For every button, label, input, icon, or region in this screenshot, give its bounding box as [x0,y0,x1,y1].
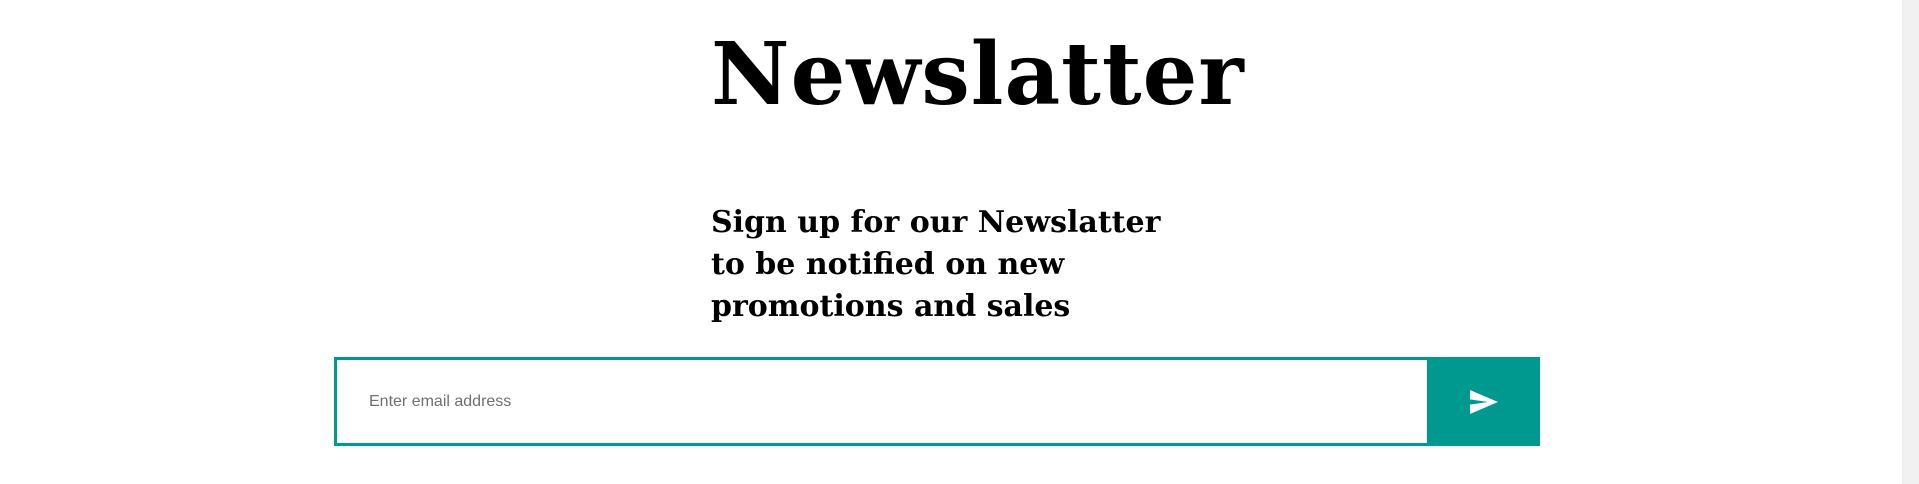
newsletter-title: Newslatter [711,24,1245,125]
page: Newslatter Sign up for our Newslatter to… [0,0,1919,484]
email-input[interactable] [334,357,1427,446]
page-scrollbar[interactable] [1902,0,1919,484]
subscribe-submit-button[interactable] [1427,357,1540,446]
newsletter-form [334,357,1540,446]
newsletter-subtitle: Sign up for our Newslatter to be notifie… [711,205,1161,324]
send-icon [1469,389,1498,414]
